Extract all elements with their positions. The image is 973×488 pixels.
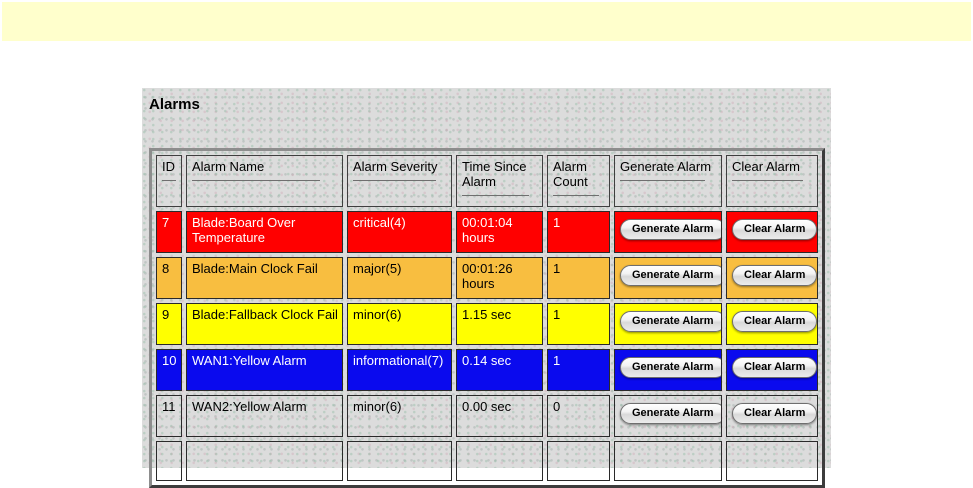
cell-severity: minor(6) xyxy=(347,303,452,345)
column-header-id: ID xyxy=(156,155,182,207)
page-title: Alarms xyxy=(149,96,200,113)
cell-severity: minor(6) xyxy=(347,395,452,437)
column-header-alarm-severity: Alarm Severity xyxy=(347,155,452,207)
column-header-clear-alarm: Clear Alarm xyxy=(726,155,818,207)
notice-banner xyxy=(2,2,971,41)
table-row: 7 Blade:Board Over Temperature critical(… xyxy=(156,211,818,253)
cell-alarm-count: 1 xyxy=(547,257,610,299)
cell-alarm-name: Blade:Fallback Clock Fail xyxy=(186,303,343,345)
header-underline xyxy=(620,180,706,181)
cell-alarm-count: 1 xyxy=(547,349,610,391)
header-underline xyxy=(553,195,599,196)
cell-time-since-alarm: 0.00 sec xyxy=(456,395,543,437)
table-header-row: ID Alarm Name Alarm Severity Time Since … xyxy=(156,155,818,207)
alarms-table: ID Alarm Name Alarm Severity Time Since … xyxy=(149,148,825,488)
cell-time-since-alarm: 0.14 sec xyxy=(456,349,543,391)
cell-severity: critical(4) xyxy=(347,211,452,253)
table-row: 11 WAN2:Yellow Alarm minor(6) 0.00 sec 0… xyxy=(156,395,818,437)
cell-alarm-count: 0 xyxy=(547,395,610,437)
cell-time-since-alarm: 00:01:26 hours xyxy=(456,257,543,299)
generate-alarm-button[interactable]: Generate Alarm xyxy=(620,265,721,286)
clear-alarm-button[interactable]: Clear Alarm xyxy=(732,403,817,424)
clear-alarm-button[interactable]: Clear Alarm xyxy=(732,311,817,332)
cell-id: 9 xyxy=(156,303,182,345)
cell-severity: informational(7) xyxy=(347,349,452,391)
clear-alarm-button[interactable]: Clear Alarm xyxy=(732,265,817,286)
generate-alarm-button[interactable]: Generate Alarm xyxy=(620,357,721,378)
table-row: 9 Blade:Fallback Clock Fail minor(6) 1.1… xyxy=(156,303,818,345)
cell-alarm-name: Blade:Board Over Temperature xyxy=(186,211,343,253)
cell-time-since-alarm: 1.15 sec xyxy=(456,303,543,345)
cell-alarm-count: 1 xyxy=(547,303,610,345)
cell-id: 8 xyxy=(156,257,182,299)
column-header-generate-alarm: Generate Alarm xyxy=(614,155,722,207)
clear-alarm-button[interactable]: Clear Alarm xyxy=(732,357,817,378)
cell-alarm-name: WAN2:Yellow Alarm xyxy=(186,395,343,437)
table-row-partial xyxy=(156,441,818,481)
header-underline xyxy=(732,180,804,181)
header-underline xyxy=(462,195,529,196)
cell-alarm-name: WAN1:Yellow Alarm xyxy=(186,349,343,391)
cell-alarm-name: Blade:Main Clock Fail xyxy=(186,257,343,299)
header-underline xyxy=(192,180,321,181)
column-header-alarm-count: Alarm Count xyxy=(547,155,610,207)
column-header-alarm-name: Alarm Name xyxy=(186,155,343,207)
clear-alarm-button[interactable]: Clear Alarm xyxy=(732,219,817,240)
cell-id: 10 xyxy=(156,349,182,391)
table-row: 10 WAN1:Yellow Alarm informational(7) 0.… xyxy=(156,349,818,391)
cell-id: 11 xyxy=(156,395,182,437)
alarms-panel: Alarms ID Alarm Name Alarm Severity Time… xyxy=(142,88,831,488)
header-underline xyxy=(162,180,176,181)
column-header-time-since-alarm: Time Since Alarm xyxy=(456,155,543,207)
cell-alarm-count: 1 xyxy=(547,211,610,253)
generate-alarm-button[interactable]: Generate Alarm xyxy=(620,219,721,240)
cell-severity: major(5) xyxy=(347,257,452,299)
header-underline xyxy=(353,180,436,181)
table-row: 8 Blade:Main Clock Fail major(5) 00:01:2… xyxy=(156,257,818,299)
cell-time-since-alarm: 00:01:04 hours xyxy=(456,211,543,253)
cell-id: 7 xyxy=(156,211,182,253)
generate-alarm-button[interactable]: Generate Alarm xyxy=(620,403,721,424)
generate-alarm-button[interactable]: Generate Alarm xyxy=(620,311,721,332)
